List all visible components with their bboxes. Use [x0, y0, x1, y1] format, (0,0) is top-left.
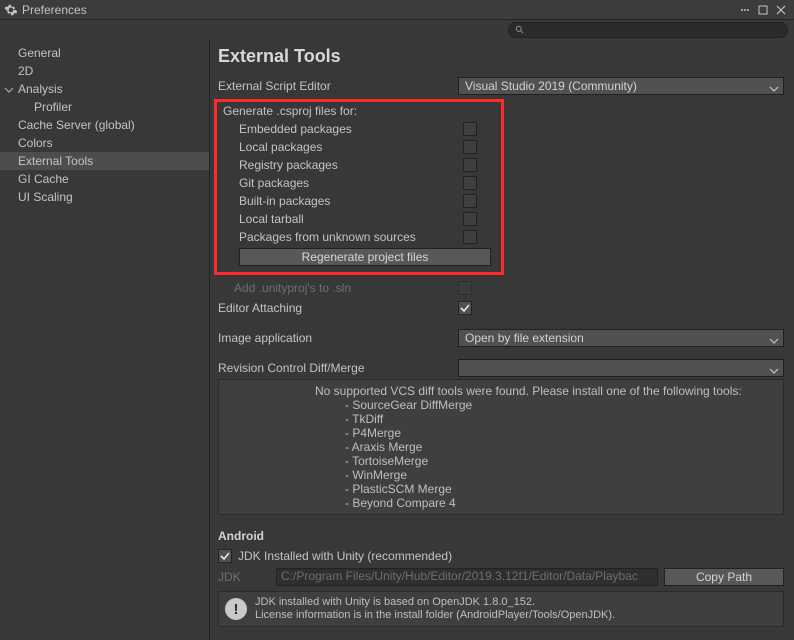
sidebar-item-general[interactable]: General — [0, 44, 209, 62]
csproj-unknown-checkbox[interactable] — [463, 230, 477, 244]
csproj-git-checkbox[interactable] — [463, 176, 477, 190]
jdk-installed-checkbox[interactable] — [218, 549, 232, 563]
jdk-installed-label: JDK Installed with Unity (recommended) — [238, 547, 452, 565]
chevron-down-icon — [769, 363, 779, 381]
titlebar: Preferences — [0, 0, 794, 20]
sidebar-item-gi-cache[interactable]: GI Cache — [0, 170, 209, 188]
sidebar-item-cache-server[interactable]: Cache Server (global) — [0, 116, 209, 134]
jdk-label: JDK — [218, 570, 270, 584]
revision-dropdown[interactable] — [458, 359, 784, 377]
sidebar-item-profiler[interactable]: Profiler — [0, 98, 209, 116]
chevron-down-icon — [769, 333, 779, 351]
csproj-local-label: Local packages — [223, 140, 463, 154]
csproj-local-checkbox[interactable] — [463, 140, 477, 154]
gear-icon — [4, 3, 18, 17]
csproj-embedded-checkbox[interactable] — [463, 122, 477, 136]
script-editor-label: External Script Editor — [218, 77, 458, 95]
csproj-builtin-checkbox[interactable] — [463, 194, 477, 208]
add-unityproj-label: Add .unityproj's to .sln — [218, 279, 458, 297]
csproj-registry-label: Registry packages — [223, 158, 463, 172]
generate-csproj-header: Generate .csproj files for: — [223, 104, 495, 118]
script-editor-dropdown[interactable]: Visual Studio 2019 (Community) — [458, 77, 784, 95]
jdk-path-field[interactable]: C:/Program Files/Unity/Hub/Editor/2019.3… — [276, 568, 658, 586]
maximize-icon[interactable] — [754, 3, 772, 17]
vcs-info-box: No supported VCS diff tools were found. … — [218, 379, 784, 515]
sidebar-item-colors[interactable]: Colors — [0, 134, 209, 152]
page-title: External Tools — [218, 46, 784, 67]
copy-path-button[interactable]: Copy Path — [664, 568, 784, 586]
close-icon[interactable] — [772, 3, 790, 17]
android-heading: Android — [218, 529, 784, 543]
sidebar-item-2d[interactable]: 2D — [0, 62, 209, 80]
content-pane: External Tools External Script Editor Vi… — [210, 40, 794, 640]
window-title: Preferences — [22, 3, 87, 17]
sidebar-item-analysis[interactable]: Analysis — [0, 80, 209, 98]
csproj-registry-checkbox[interactable] — [463, 158, 477, 172]
csproj-embedded-label: Embedded packages — [223, 122, 463, 136]
toolbar — [0, 20, 794, 40]
csproj-highlight: Generate .csproj files for: Embedded pac… — [214, 99, 504, 275]
search-icon — [515, 25, 525, 35]
csproj-unknown-label: Packages from unknown sources — [223, 230, 463, 244]
chevron-down-icon — [4, 83, 14, 99]
image-app-label: Image application — [218, 329, 458, 347]
sidebar-item-external-tools[interactable]: External Tools — [0, 152, 209, 170]
revision-label: Revision Control Diff/Merge — [218, 359, 458, 377]
regenerate-button[interactable]: Regenerate project files — [239, 248, 491, 266]
search-input[interactable] — [508, 22, 788, 38]
csproj-git-label: Git packages — [223, 176, 463, 190]
add-unityproj-checkbox — [458, 281, 472, 295]
sidebar-item-ui-scaling[interactable]: UI Scaling — [0, 188, 209, 206]
jdk-info-box: ! JDK installed with Unity is based on O… — [218, 591, 784, 627]
chevron-down-icon — [769, 81, 779, 99]
info-icon: ! — [225, 598, 247, 620]
window-menu-icon[interactable] — [736, 3, 754, 17]
csproj-tarball-label: Local tarball — [223, 212, 463, 226]
editor-attaching-checkbox[interactable] — [458, 301, 472, 315]
csproj-tarball-checkbox[interactable] — [463, 212, 477, 226]
editor-attaching-label: Editor Attaching — [218, 299, 458, 317]
sidebar: General 2D Analysis Profiler Cache Serve… — [0, 40, 210, 640]
image-app-dropdown[interactable]: Open by file extension — [458, 329, 784, 347]
csproj-builtin-label: Built-in packages — [223, 194, 463, 208]
